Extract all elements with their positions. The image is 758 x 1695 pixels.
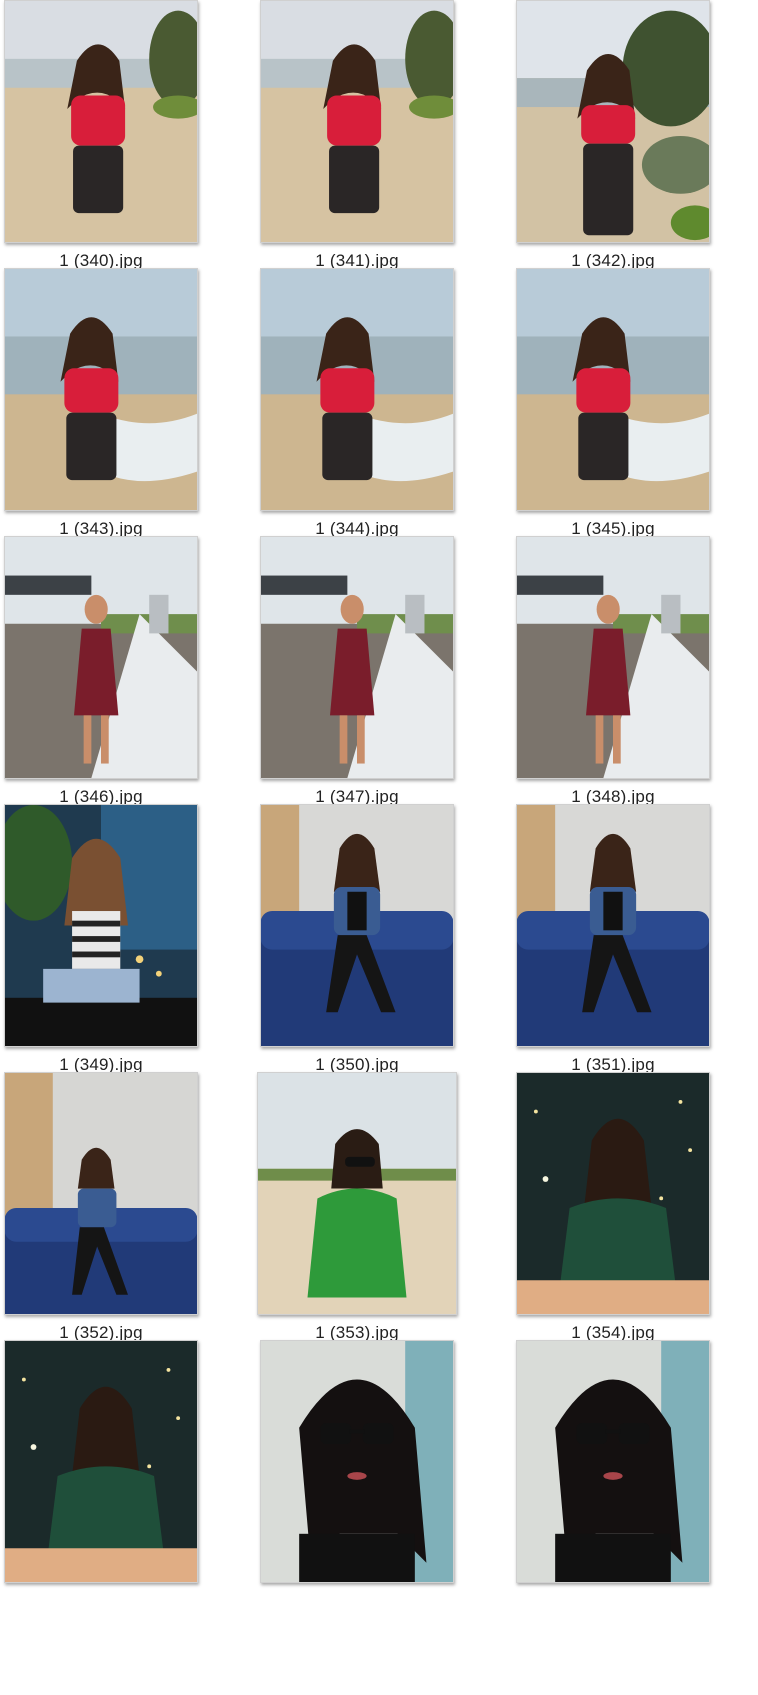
file-tile[interactable] bbox=[516, 1340, 712, 1605]
file-tile[interactable]: 1 (352).jpg bbox=[4, 1072, 200, 1342]
file-tile[interactable] bbox=[260, 1340, 456, 1605]
thumbnail-image bbox=[261, 1, 453, 242]
file-tile[interactable]: 1 (346).jpg bbox=[4, 536, 200, 806]
file-tile[interactable] bbox=[4, 1340, 200, 1605]
file-tile[interactable]: 1 (342).jpg bbox=[516, 0, 712, 270]
image-thumbnail[interactable] bbox=[4, 1072, 198, 1315]
thumbnail-image bbox=[517, 1073, 709, 1314]
image-thumbnail[interactable] bbox=[4, 0, 198, 243]
thumbnail-image bbox=[261, 805, 453, 1046]
file-tile[interactable]: 1 (347).jpg bbox=[260, 536, 456, 806]
image-thumbnail[interactable] bbox=[516, 804, 710, 1047]
thumbnail-image bbox=[5, 1341, 197, 1582]
thumbnail-image bbox=[517, 1341, 709, 1582]
file-tile[interactable]: 1 (354).jpg bbox=[516, 1072, 712, 1342]
file-tile[interactable]: 1 (349).jpg bbox=[4, 804, 200, 1074]
file-tile[interactable]: 1 (344).jpg bbox=[260, 268, 456, 538]
image-thumbnail[interactable] bbox=[4, 536, 198, 779]
image-thumbnail[interactable] bbox=[4, 268, 198, 511]
file-tile[interactable]: 1 (343).jpg bbox=[4, 268, 200, 538]
image-thumbnail[interactable] bbox=[4, 1340, 198, 1583]
file-tile[interactable]: 1 (351).jpg bbox=[516, 804, 712, 1074]
thumbnail-image bbox=[517, 1, 709, 242]
image-thumbnail[interactable] bbox=[516, 0, 710, 243]
image-thumbnail[interactable] bbox=[516, 536, 710, 779]
file-tile[interactable]: 1 (345).jpg bbox=[516, 268, 712, 538]
file-tile[interactable]: 1 (340).jpg bbox=[4, 0, 200, 270]
file-tile[interactable]: 1 (353).jpg bbox=[257, 1072, 457, 1342]
image-thumbnail[interactable] bbox=[516, 268, 710, 511]
thumbnail-image bbox=[5, 269, 197, 510]
thumbnail-image bbox=[5, 537, 197, 778]
image-thumbnail[interactable] bbox=[516, 1340, 710, 1583]
image-thumbnail[interactable] bbox=[260, 1340, 454, 1583]
file-tile[interactable]: 1 (341).jpg bbox=[260, 0, 456, 270]
thumbnail-image bbox=[258, 1073, 456, 1314]
thumbnail-image bbox=[5, 1, 197, 242]
image-thumbnail[interactable] bbox=[260, 268, 454, 511]
thumbnail-image bbox=[517, 537, 709, 778]
file-grid: 1 (340).jpg 1 (341).jpg 1 (342).jpg 1 (3… bbox=[0, 0, 758, 1695]
thumbnail-image bbox=[5, 1073, 197, 1314]
image-thumbnail[interactable] bbox=[260, 804, 454, 1047]
thumbnail-image bbox=[517, 805, 709, 1046]
image-thumbnail[interactable] bbox=[260, 536, 454, 779]
file-tile[interactable]: 1 (348).jpg bbox=[516, 536, 712, 806]
thumbnail-image bbox=[5, 805, 197, 1046]
thumbnail-image bbox=[261, 1341, 453, 1582]
image-thumbnail[interactable] bbox=[260, 0, 454, 243]
thumbnail-image bbox=[261, 269, 453, 510]
file-tile[interactable]: 1 (350).jpg bbox=[260, 804, 456, 1074]
image-thumbnail[interactable] bbox=[257, 1072, 457, 1315]
image-thumbnail[interactable] bbox=[4, 804, 198, 1047]
image-thumbnail[interactable] bbox=[516, 1072, 710, 1315]
thumbnail-image bbox=[517, 269, 709, 510]
thumbnail-image bbox=[261, 537, 453, 778]
